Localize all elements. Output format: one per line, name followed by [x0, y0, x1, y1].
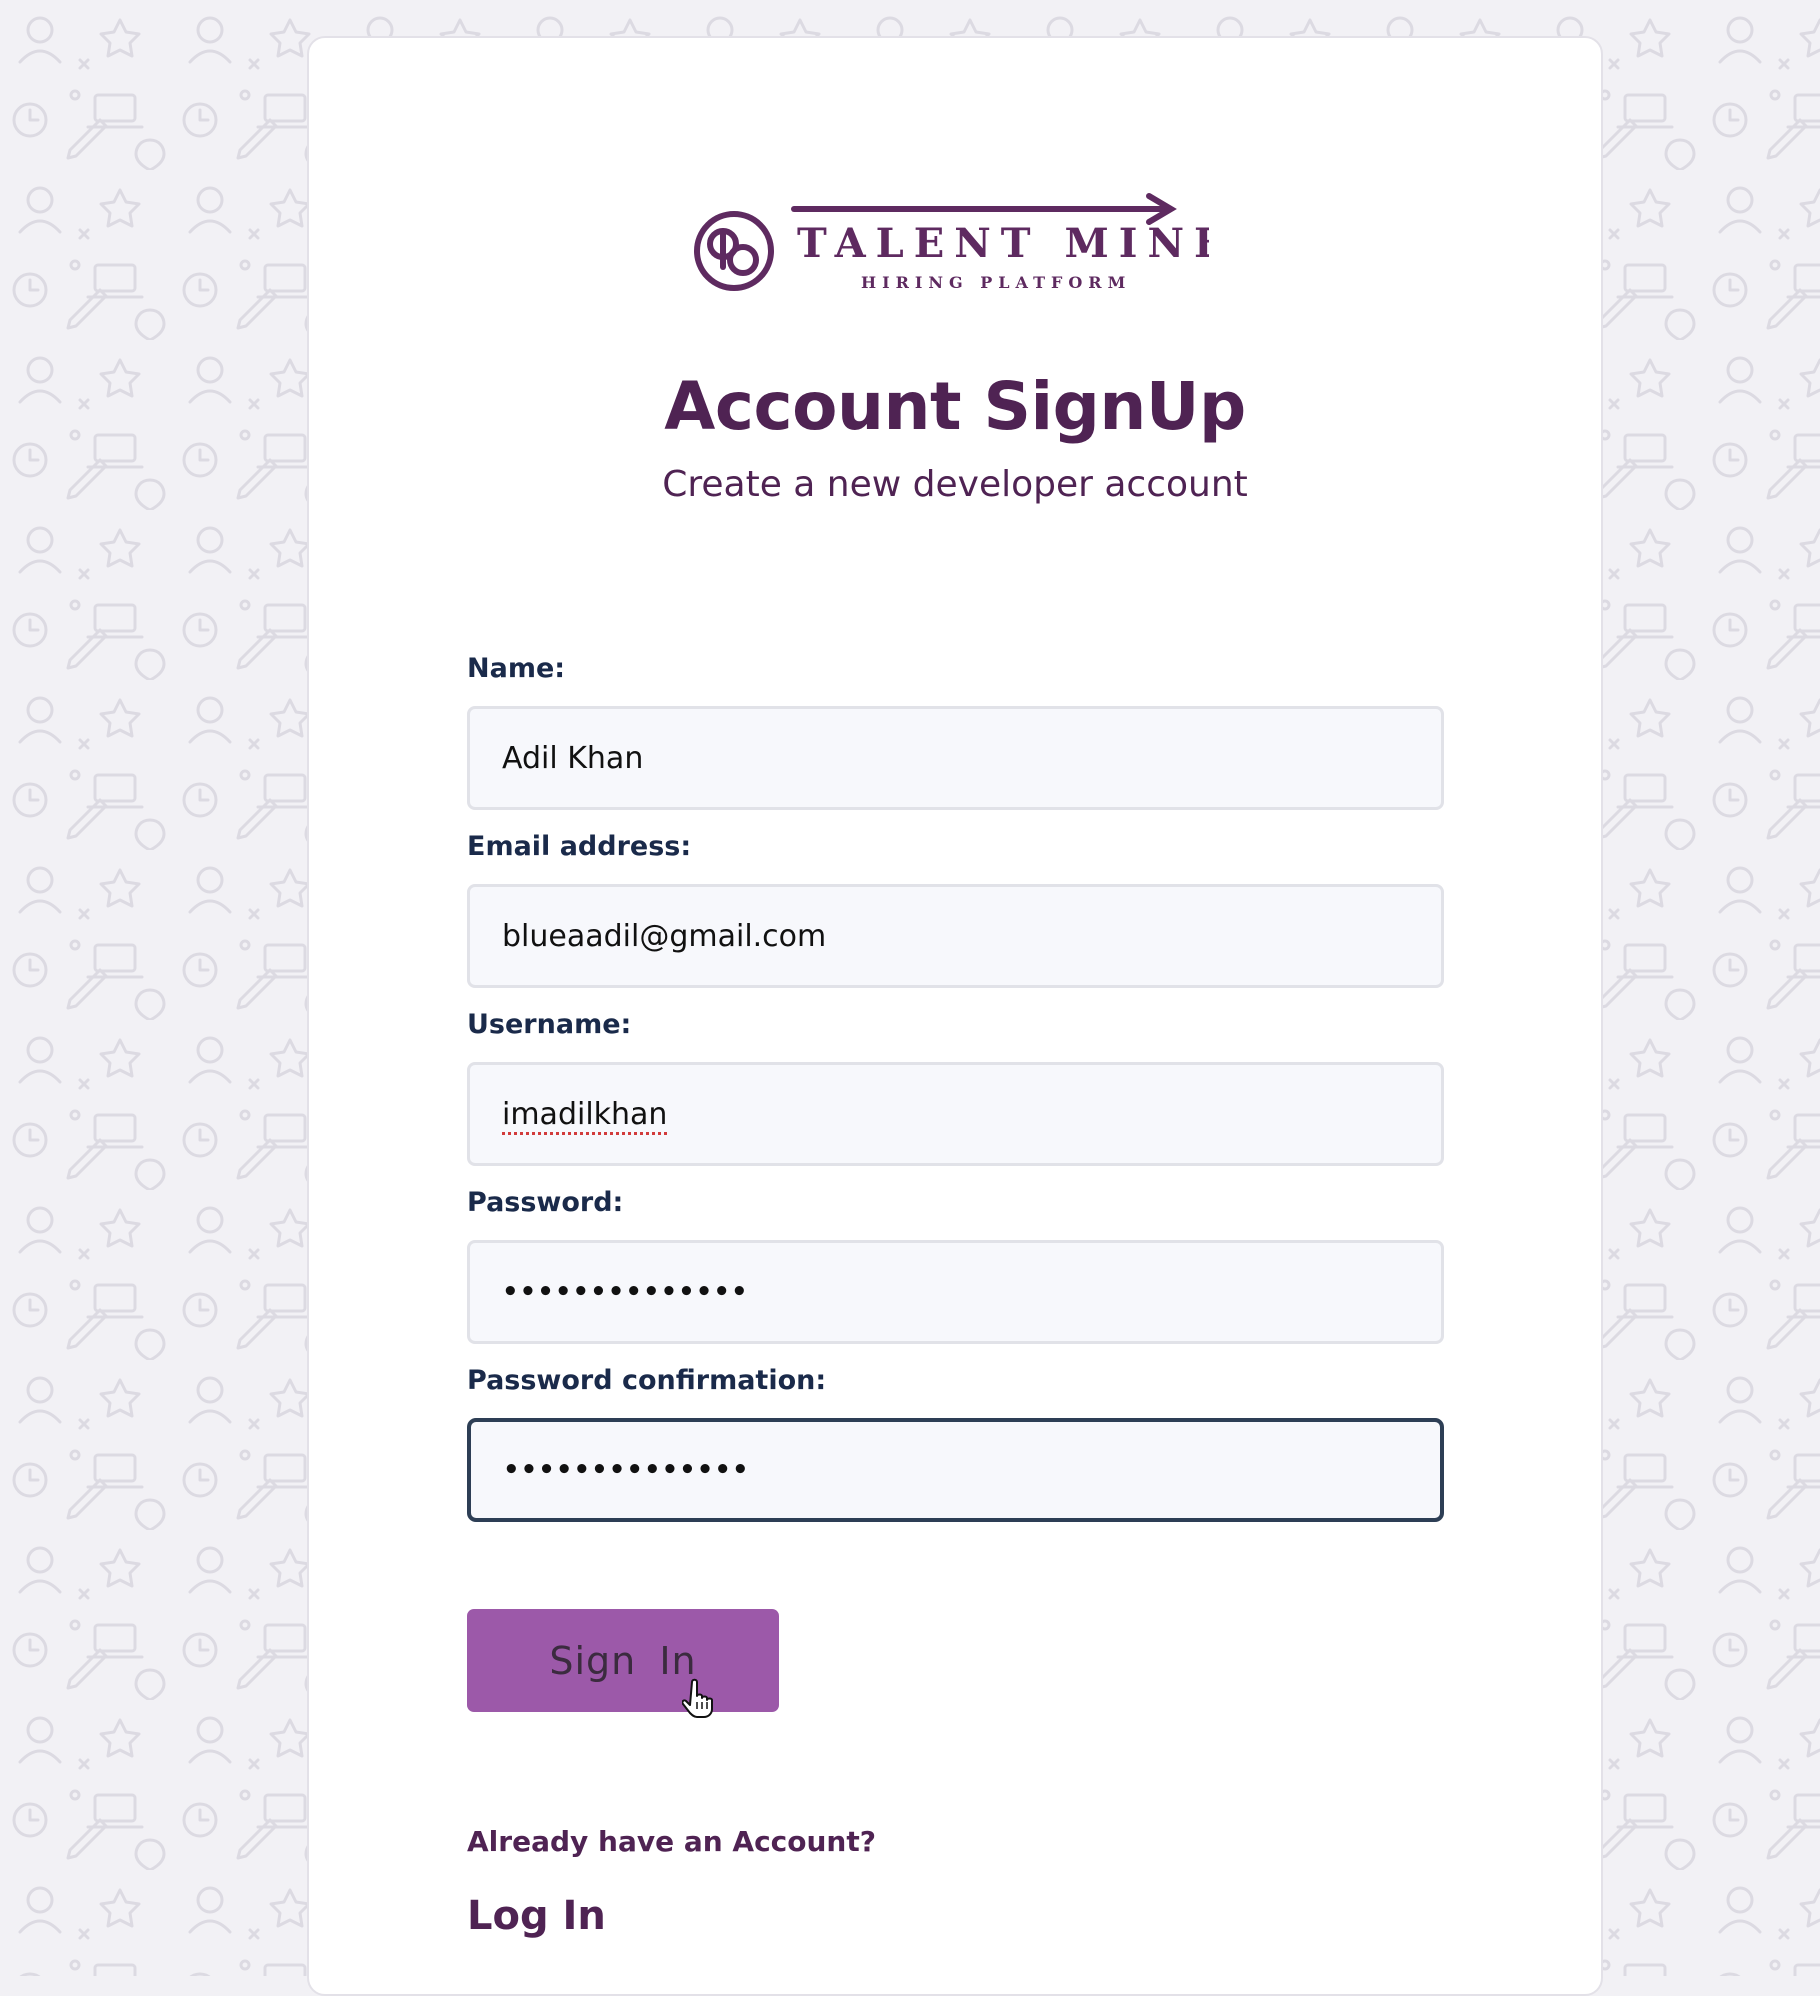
password-field-group: Password: ••••••••••••••: [467, 1186, 1444, 1344]
email-label: Email address:: [467, 831, 692, 862]
email-input-value: blueaadil@gmail.com: [502, 918, 827, 954]
email-field-group: Email address: blueaadil@gmail.com: [467, 830, 1444, 988]
name-input[interactable]: Adil Khan: [467, 706, 1444, 810]
password-label: Password:: [467, 1187, 624, 1218]
username-input-value: imadilkhan: [502, 1096, 668, 1132]
hand-pointer-icon: [682, 1678, 713, 1718]
name-label: Name:: [467, 653, 566, 684]
already-have-account-text: Already have an Account?: [467, 1825, 876, 1858]
password-confirmation-label: Password confirmation:: [467, 1365, 827, 1396]
password-confirmation-input-value: ••••••••••••••: [503, 1455, 750, 1485]
log-in-link[interactable]: Log In: [467, 1893, 606, 1939]
sign-in-button[interactable]: Sign In: [467, 1609, 779, 1712]
page-title: Account SignUp: [664, 368, 1246, 445]
logo-tagline: HIRING PLATFORM: [861, 273, 1131, 292]
password-input[interactable]: ••••••••••••••: [467, 1240, 1444, 1344]
signup-card: TALENT MINE HIRING PLATFORM Account Sign…: [307, 36, 1603, 1996]
name-input-value: Adil Khan: [502, 740, 644, 776]
password-confirmation-field-group: Password confirmation: ••••••••••••••: [467, 1364, 1444, 1522]
username-label: Username:: [467, 1009, 632, 1040]
username-field-group: Username: imadilkhan: [467, 1008, 1444, 1166]
password-confirmation-input[interactable]: ••••••••••••••: [467, 1418, 1444, 1522]
password-input-value: ••••••••••••••: [502, 1277, 749, 1307]
username-input[interactable]: imadilkhan: [467, 1062, 1444, 1166]
page-subtitle: Create a new developer account: [662, 464, 1248, 505]
name-field-group: Name: Adil Khan: [467, 652, 1444, 810]
logo-wordmark: TALENT MINE: [797, 220, 1209, 267]
email-input[interactable]: blueaadil@gmail.com: [467, 884, 1444, 988]
talent-mine-logo: TALENT MINE HIRING PLATFORM: [694, 193, 1209, 292]
signup-form: Name: Adil Khan Email address: blueaadil…: [467, 652, 1444, 1542]
